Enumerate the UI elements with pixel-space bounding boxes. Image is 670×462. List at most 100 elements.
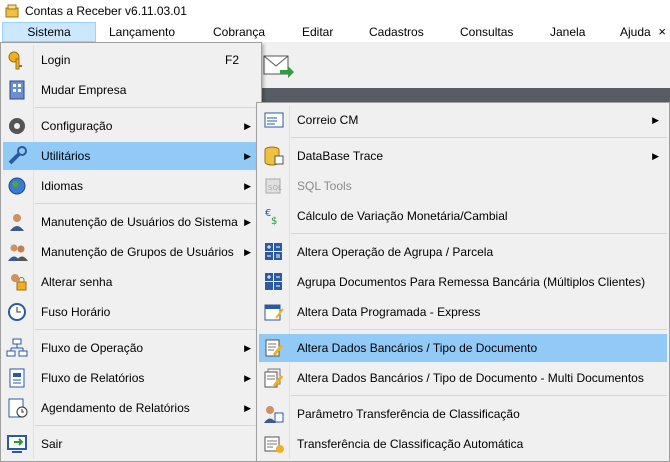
submenu-item-altera-dados-bancarios-multi[interactable]: Altera Dados Bancários / Tipo de Documen… bbox=[259, 364, 667, 392]
menu-item-alterar-senha[interactable]: Alterar senha bbox=[3, 268, 259, 296]
submenu-item-correio-cm[interactable]: Correio CM ▶ bbox=[259, 106, 667, 134]
app-icon bbox=[4, 3, 20, 19]
menu-item-idiomas[interactable]: Idiomas ▶ bbox=[3, 172, 259, 200]
submenu-arrow-icon: ▶ bbox=[244, 181, 251, 191]
menu-item-label: Sair bbox=[41, 437, 63, 451]
report-flow-icon bbox=[6, 368, 30, 388]
doc-multi-edit-icon bbox=[262, 368, 286, 388]
mail-icon bbox=[262, 110, 286, 130]
menu-item-label: Cálculo de Variação Monetária/Cambial bbox=[297, 209, 508, 223]
menu-item-sair[interactable]: Sair bbox=[3, 430, 259, 458]
menu-item-label: Correio CM bbox=[297, 113, 359, 127]
menu-item-label: Login bbox=[41, 53, 71, 67]
menu-bar: Sistema Lançamento Cobrança Editar Cadas… bbox=[0, 22, 670, 43]
doc-edit-icon bbox=[262, 338, 286, 358]
mail-toolbar-button[interactable] bbox=[262, 50, 294, 80]
menu-separator bbox=[35, 329, 259, 330]
svg-text:$: $ bbox=[271, 216, 277, 226]
calculator-icon bbox=[262, 242, 286, 262]
submenu-arrow-icon: ▶ bbox=[244, 151, 251, 161]
submenu-arrow-icon: ▶ bbox=[244, 373, 251, 383]
submenu-item-database-trace[interactable]: DataBase Trace ▶ bbox=[259, 142, 667, 170]
menu-item-label: Agendamento de Relatórios bbox=[41, 401, 190, 415]
menu-item-label: Fuso Horário bbox=[41, 305, 111, 319]
menu-item-fluxo-operacao[interactable]: Fluxo de Operação ▶ bbox=[3, 334, 259, 362]
transfer-param-icon bbox=[262, 404, 286, 424]
calculator-plus-icon bbox=[262, 272, 286, 292]
gear-icon bbox=[6, 116, 30, 136]
window-title: Contas a Receber v6.11.03.01 bbox=[25, 4, 187, 18]
menu-item-mudar-empresa[interactable]: Mudar Empresa bbox=[3, 76, 259, 104]
toolbar bbox=[260, 43, 670, 89]
submenu-item-transferencia-automatica[interactable]: Transferência de Classificação Automátic… bbox=[259, 430, 667, 458]
exit-icon bbox=[6, 434, 30, 454]
menu-item-label: SQL Tools bbox=[297, 179, 352, 193]
utilitarios-submenu: Correio CM ▶ DataBase Trace ▶ SQL SQL To… bbox=[256, 102, 670, 462]
submenu-item-altera-data-programada[interactable]: Altera Data Programada - Express bbox=[259, 298, 667, 326]
sistema-menu: Login F2 Mudar Empresa Configuração ▶ Ut… bbox=[0, 42, 262, 462]
calendar-edit-icon bbox=[262, 302, 286, 322]
menu-separator bbox=[291, 395, 667, 396]
currency-icon: € $ bbox=[262, 206, 286, 227]
lock-user-icon bbox=[6, 272, 30, 292]
menu-item-label: Agrupa Documentos Para Remessa Bancária … bbox=[297, 275, 646, 289]
menu-item-label: Manutenção de Usuários do Sistema bbox=[41, 215, 238, 229]
menu-cadastros[interactable]: Cadastros bbox=[369, 22, 424, 42]
submenu-arrow-icon: ▶ bbox=[652, 151, 659, 161]
menu-sistema[interactable]: Sistema bbox=[2, 22, 96, 42]
submenu-item-agrupa-documentos[interactable]: Agrupa Documentos Para Remessa Bancária … bbox=[259, 268, 667, 296]
wrench-icon bbox=[6, 146, 30, 166]
submenu-item-sql-tools[interactable]: SQL SQL Tools bbox=[259, 172, 667, 200]
submenu-arrow-icon: ▶ bbox=[244, 247, 251, 257]
svg-text:SQL: SQL bbox=[268, 184, 282, 192]
menu-item-manutencao-grupos[interactable]: Manutenção de Grupos de Usuários ▶ bbox=[3, 238, 259, 266]
menu-item-agendamento-relatorios[interactable]: Agendamento de Relatórios ▶ bbox=[3, 394, 259, 422]
submenu-item-parametro-transferencia[interactable]: Parâmetro Transferência de Classificação bbox=[259, 400, 667, 428]
users-icon bbox=[6, 242, 30, 262]
submenu-item-altera-operacao[interactable]: Altera Operação de Agrupa / Parcela bbox=[259, 238, 667, 266]
menu-item-label: Fluxo de Operação bbox=[41, 341, 144, 355]
menu-janela[interactable]: Janela bbox=[550, 22, 585, 42]
submenu-arrow-icon: ▶ bbox=[244, 343, 251, 353]
menu-item-manutencao-usuarios[interactable]: Manutenção de Usuários do Sistema ▶ bbox=[3, 208, 259, 236]
submenu-arrow-icon: ▶ bbox=[244, 217, 251, 227]
menu-item-label: Altera Operação de Agrupa / Parcela bbox=[297, 245, 494, 259]
menu-consultas[interactable]: Consultas bbox=[460, 22, 513, 42]
sql-icon: SQL bbox=[262, 176, 286, 196]
menu-item-label: Idiomas bbox=[41, 179, 84, 193]
menu-item-configuracao[interactable]: Configuração ▶ bbox=[3, 112, 259, 140]
menu-item-label: Parâmetro Transferência de Classificação bbox=[297, 407, 520, 421]
menu-separator bbox=[291, 233, 667, 234]
menu-item-label: Configuração bbox=[41, 119, 113, 133]
menu-item-label: Altera Data Programada - Express bbox=[297, 305, 481, 319]
menu-separator bbox=[35, 203, 259, 204]
database-icon bbox=[262, 146, 286, 166]
flowchart-icon bbox=[6, 338, 30, 358]
submenu-arrow-icon: ▶ bbox=[244, 403, 251, 413]
menu-cobranca[interactable]: Cobrança bbox=[213, 22, 265, 42]
menu-item-fuso-horario[interactable]: Fuso Horário bbox=[3, 298, 259, 326]
menu-item-label: Altera Dados Bancários / Tipo de Documen… bbox=[297, 371, 644, 385]
menu-item-label: Transferência de Classificação Automátic… bbox=[297, 437, 524, 451]
menu-separator bbox=[35, 425, 259, 426]
menu-item-fluxo-relatorios[interactable]: Fluxo de Relatórios ▶ bbox=[3, 364, 259, 392]
shortcut-label: F2 bbox=[224, 53, 239, 67]
globe-icon bbox=[6, 176, 30, 196]
menu-editar[interactable]: Editar bbox=[302, 22, 333, 42]
key-icon bbox=[6, 50, 30, 70]
submenu-item-calculo-variacao[interactable]: € $ Cálculo de Variação Monetária/Cambial bbox=[259, 202, 667, 230]
menu-separator bbox=[291, 329, 667, 330]
menu-separator bbox=[291, 137, 667, 138]
submenu-item-altera-dados-bancarios[interactable]: Altera Dados Bancários / Tipo de Documen… bbox=[259, 334, 667, 362]
menu-item-label: Mudar Empresa bbox=[41, 83, 127, 97]
submenu-arrow-icon: ▶ bbox=[652, 115, 659, 125]
menu-ajuda[interactable]: Ajuda bbox=[620, 22, 651, 42]
close-icon[interactable]: × bbox=[658, 22, 666, 42]
menu-item-utilitarios[interactable]: Utilitários ▶ bbox=[3, 142, 259, 170]
menu-item-label: Alterar senha bbox=[41, 275, 113, 289]
menu-item-label: DataBase Trace bbox=[297, 149, 384, 163]
user-icon bbox=[6, 212, 30, 232]
schedule-icon bbox=[6, 398, 30, 418]
menu-item-login[interactable]: Login F2 bbox=[3, 46, 259, 74]
menu-lancamento[interactable]: Lançamento bbox=[109, 22, 175, 42]
